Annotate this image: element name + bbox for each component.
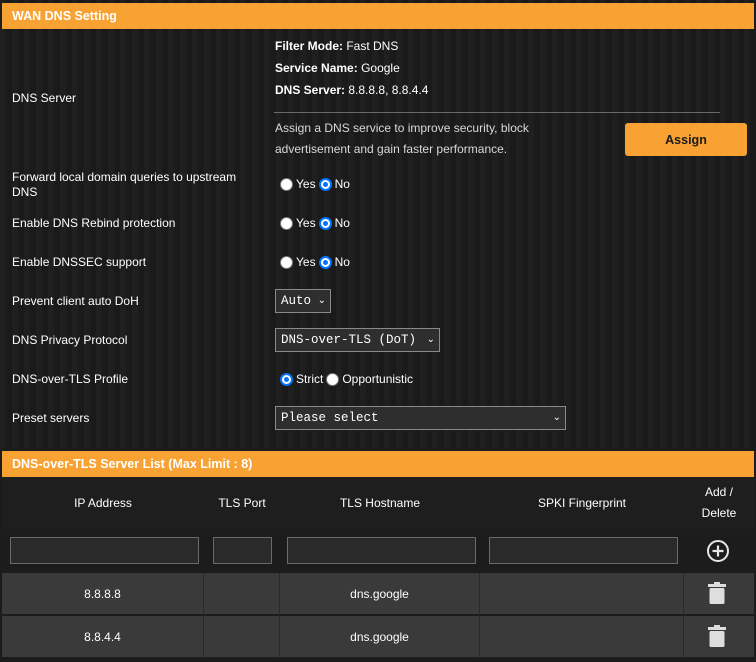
preset-servers-label: Preset servers — [12, 411, 90, 425]
column-header-ip: IP Address — [74, 495, 132, 510]
dns-service-description: Assign a DNS service to improve security… — [275, 121, 529, 156]
chevron-down-icon: ⌄ — [552, 412, 561, 423]
forward-local-label: Forward local domain queries to upstream… — [12, 170, 237, 199]
filter-mode-line: Filter Mode: Fast DNS — [275, 39, 398, 53]
privacy-protocol-value: DNS-over-TLS (DoT) — [281, 333, 417, 347]
dns-server-line: DNS Server: 8.8.8.8, 8.8.4.4 — [275, 83, 428, 97]
server-list-input-row — [2, 529, 754, 571]
dns-server-value: 8.8.8.8, 8.8.4.4 — [348, 83, 429, 97]
cell-port — [204, 616, 280, 658]
cell-hostname: dns.google — [280, 573, 480, 615]
forward-local-no-radio[interactable] — [318, 177, 332, 191]
column-header-action: Add / Delete — [684, 477, 754, 529]
cell-spki — [480, 573, 684, 615]
tls-profile-strict-label: Strict — [296, 372, 324, 386]
rebind-label: Enable DNS Rebind protection — [12, 216, 176, 230]
ip-address-input[interactable] — [10, 537, 199, 564]
chevron-down-icon: ⌄ — [317, 295, 326, 306]
auto-doh-select[interactable]: Auto ⌄ — [275, 289, 331, 313]
dnssec-yes-radio[interactable] — [280, 255, 293, 269]
privacy-protocol-label: DNS Privacy Protocol — [12, 333, 128, 347]
auto-doh-value: Auto — [281, 294, 312, 308]
column-header-action-line-2: Delete — [701, 506, 737, 520]
dns-server-label: DNS Server — [12, 91, 77, 105]
column-header-action-line-1: Add / — [704, 485, 734, 499]
plus-circle-icon[interactable] — [706, 539, 730, 563]
server-list-table-header: IP Address TLS Port TLS Hostname SPKI Fi… — [2, 477, 754, 529]
tls-profile-opportunistic-radio[interactable] — [326, 372, 340, 386]
rebind-yes-radio[interactable] — [280, 216, 293, 230]
forward-local-yes-radio[interactable] — [280, 177, 293, 191]
rebind-yes-label: Yes — [296, 216, 316, 230]
cell-spki — [480, 616, 684, 658]
rebind-no-label: No — [334, 216, 350, 230]
filter-mode-value: Fast DNS — [346, 39, 399, 53]
preset-servers-value: Please select — [281, 411, 379, 425]
service-name-value: Google — [361, 61, 400, 75]
table-row: 8.8.4.4 dns.google — [2, 615, 754, 658]
tls-profile-opportunistic-label: Opportunistic — [342, 372, 414, 386]
forward-local-no-label: No — [334, 177, 350, 191]
dnssec-label: Enable DNSSEC support — [12, 255, 147, 269]
filter-mode-key: Filter Mode: — [275, 39, 343, 53]
service-name-line: Service Name: Google — [275, 61, 400, 75]
column-header-spki: SPKI Fingerprint — [537, 495, 627, 510]
forward-local-radio-group: Yes No — [280, 177, 353, 191]
tls-hostname-input[interactable] — [287, 537, 476, 564]
section-header-server-list: DNS-over-TLS Server List (Max Limit : 8) — [2, 451, 754, 477]
spki-fingerprint-input[interactable] — [489, 537, 678, 564]
dnssec-no-radio[interactable] — [318, 255, 332, 269]
rebind-radio-group: Yes No — [280, 216, 353, 230]
chevron-down-icon: ⌄ — [426, 334, 435, 345]
cell-ip: 8.8.4.4 — [2, 616, 204, 658]
dnssec-radio-group: Yes No — [280, 255, 353, 269]
trash-icon[interactable] — [708, 582, 726, 604]
trash-icon[interactable] — [708, 625, 726, 647]
assign-button[interactable]: Assign — [625, 123, 747, 156]
divider — [274, 112, 720, 113]
table-row: 8.8.8.8 dns.google — [2, 572, 754, 615]
tls-profile-strict-radio[interactable] — [280, 372, 293, 386]
dnssec-no-label: No — [334, 255, 350, 269]
section-header-wan-dns: WAN DNS Setting — [2, 3, 754, 29]
rebind-no-radio[interactable] — [318, 216, 332, 230]
service-name-key: Service Name: — [275, 61, 358, 75]
tls-port-input[interactable] — [213, 537, 272, 564]
cell-ip: 8.8.8.8 — [2, 573, 204, 615]
auto-doh-label: Prevent client auto DoH — [12, 294, 139, 308]
cell-hostname: dns.google — [280, 616, 480, 658]
tls-profile-label: DNS-over-TLS Profile — [12, 372, 129, 386]
dns-server-key: DNS Server: — [275, 83, 346, 97]
privacy-protocol-select[interactable]: DNS-over-TLS (DoT) ⌄ — [275, 328, 440, 352]
column-header-hostname: TLS Hostname — [339, 495, 421, 510]
cell-port — [204, 573, 280, 615]
forward-local-yes-label: Yes — [296, 177, 316, 191]
tls-profile-radio-group: Strict Opportunistic — [280, 372, 416, 386]
dnssec-yes-label: Yes — [296, 255, 316, 269]
column-header-port: TLS Port — [218, 495, 266, 510]
preset-servers-select[interactable]: Please select ⌄ — [275, 406, 566, 430]
